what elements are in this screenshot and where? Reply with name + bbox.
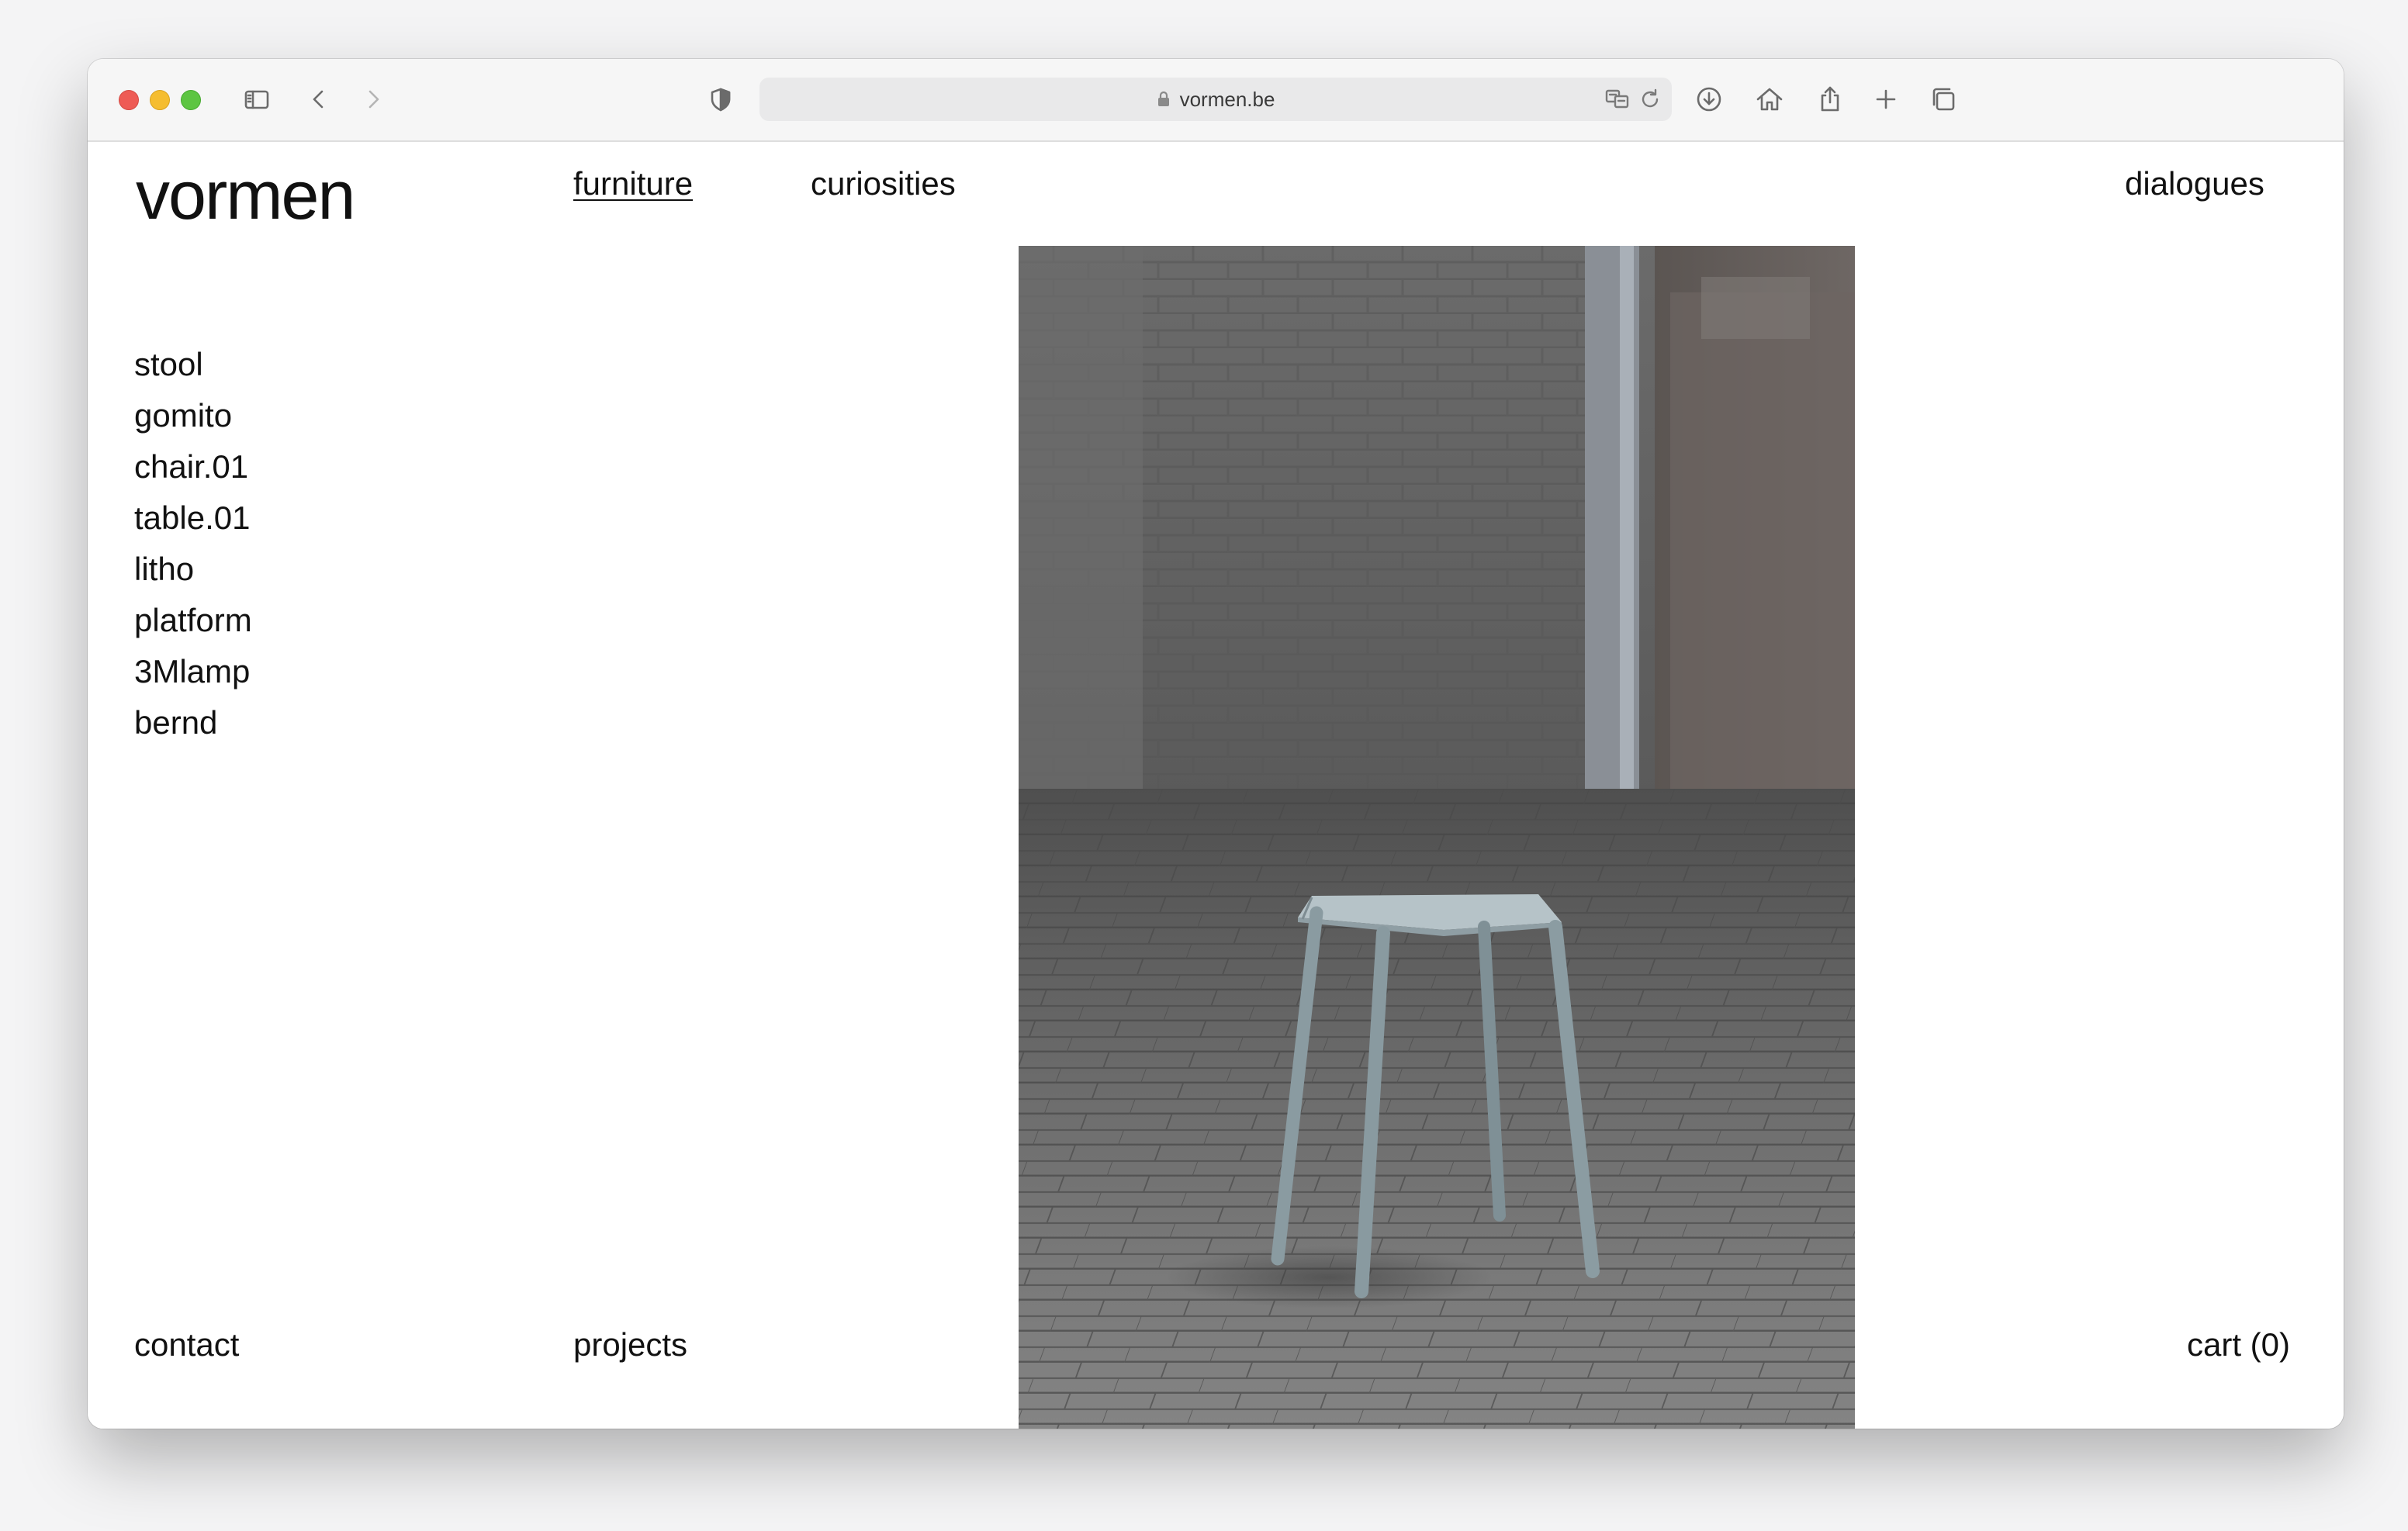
zoom-window-button[interactable] — [181, 90, 201, 110]
site-logo[interactable]: vormen — [136, 161, 355, 230]
download-icon[interactable] — [1692, 82, 1726, 116]
address-bar[interactable]: vormen.be — [759, 78, 1672, 121]
browser-window: vormen.be vormen furniture curiosities d… — [88, 59, 2344, 1429]
translate-icon[interactable] — [1602, 84, 1633, 115]
product-link[interactable]: litho — [134, 544, 252, 595]
lock-icon — [1157, 91, 1169, 106]
minimize-window-button[interactable] — [150, 90, 170, 110]
chevron-right-icon[interactable] — [356, 82, 390, 116]
product-link[interactable]: 3Mlamp — [134, 646, 252, 697]
hero-image — [1019, 246, 1855, 1429]
url-text: vormen.be — [1179, 87, 1275, 111]
nav-dialogues[interactable]: dialogues — [2125, 168, 2264, 200]
tabs-overview-icon[interactable] — [1926, 82, 1960, 116]
cart-link[interactable]: cart (0) — [2187, 1329, 2290, 1361]
close-window-button[interactable] — [119, 90, 139, 110]
nav-furniture[interactable]: furniture — [573, 168, 693, 200]
reload-icon[interactable] — [1635, 84, 1666, 115]
footer-projects[interactable]: projects — [573, 1329, 687, 1361]
shield-icon[interactable] — [704, 82, 738, 116]
product-link[interactable]: platform — [134, 595, 252, 646]
nav-curiosities[interactable]: curiosities — [811, 168, 956, 200]
chevron-left-icon[interactable] — [302, 82, 336, 116]
product-list: stool gomito chair.01 table.01 litho pla… — [134, 339, 252, 748]
url-display[interactable]: vormen.be — [759, 78, 1672, 121]
page-content: vormen furniture curiosities dialogues s… — [88, 142, 2344, 1429]
footer-contact[interactable]: contact — [134, 1329, 239, 1361]
home-icon[interactable] — [1752, 82, 1787, 116]
product-link[interactable]: chair.01 — [134, 441, 252, 492]
plus-icon[interactable] — [1869, 82, 1903, 116]
share-icon[interactable] — [1813, 82, 1847, 116]
product-link[interactable]: bernd — [134, 697, 252, 748]
product-link[interactable]: gomito — [134, 390, 252, 441]
sidebar-icon[interactable] — [240, 82, 274, 116]
product-link[interactable]: table.01 — [134, 492, 252, 544]
browser-toolbar: vormen.be — [88, 59, 2344, 142]
product-link[interactable]: stool — [134, 339, 252, 390]
